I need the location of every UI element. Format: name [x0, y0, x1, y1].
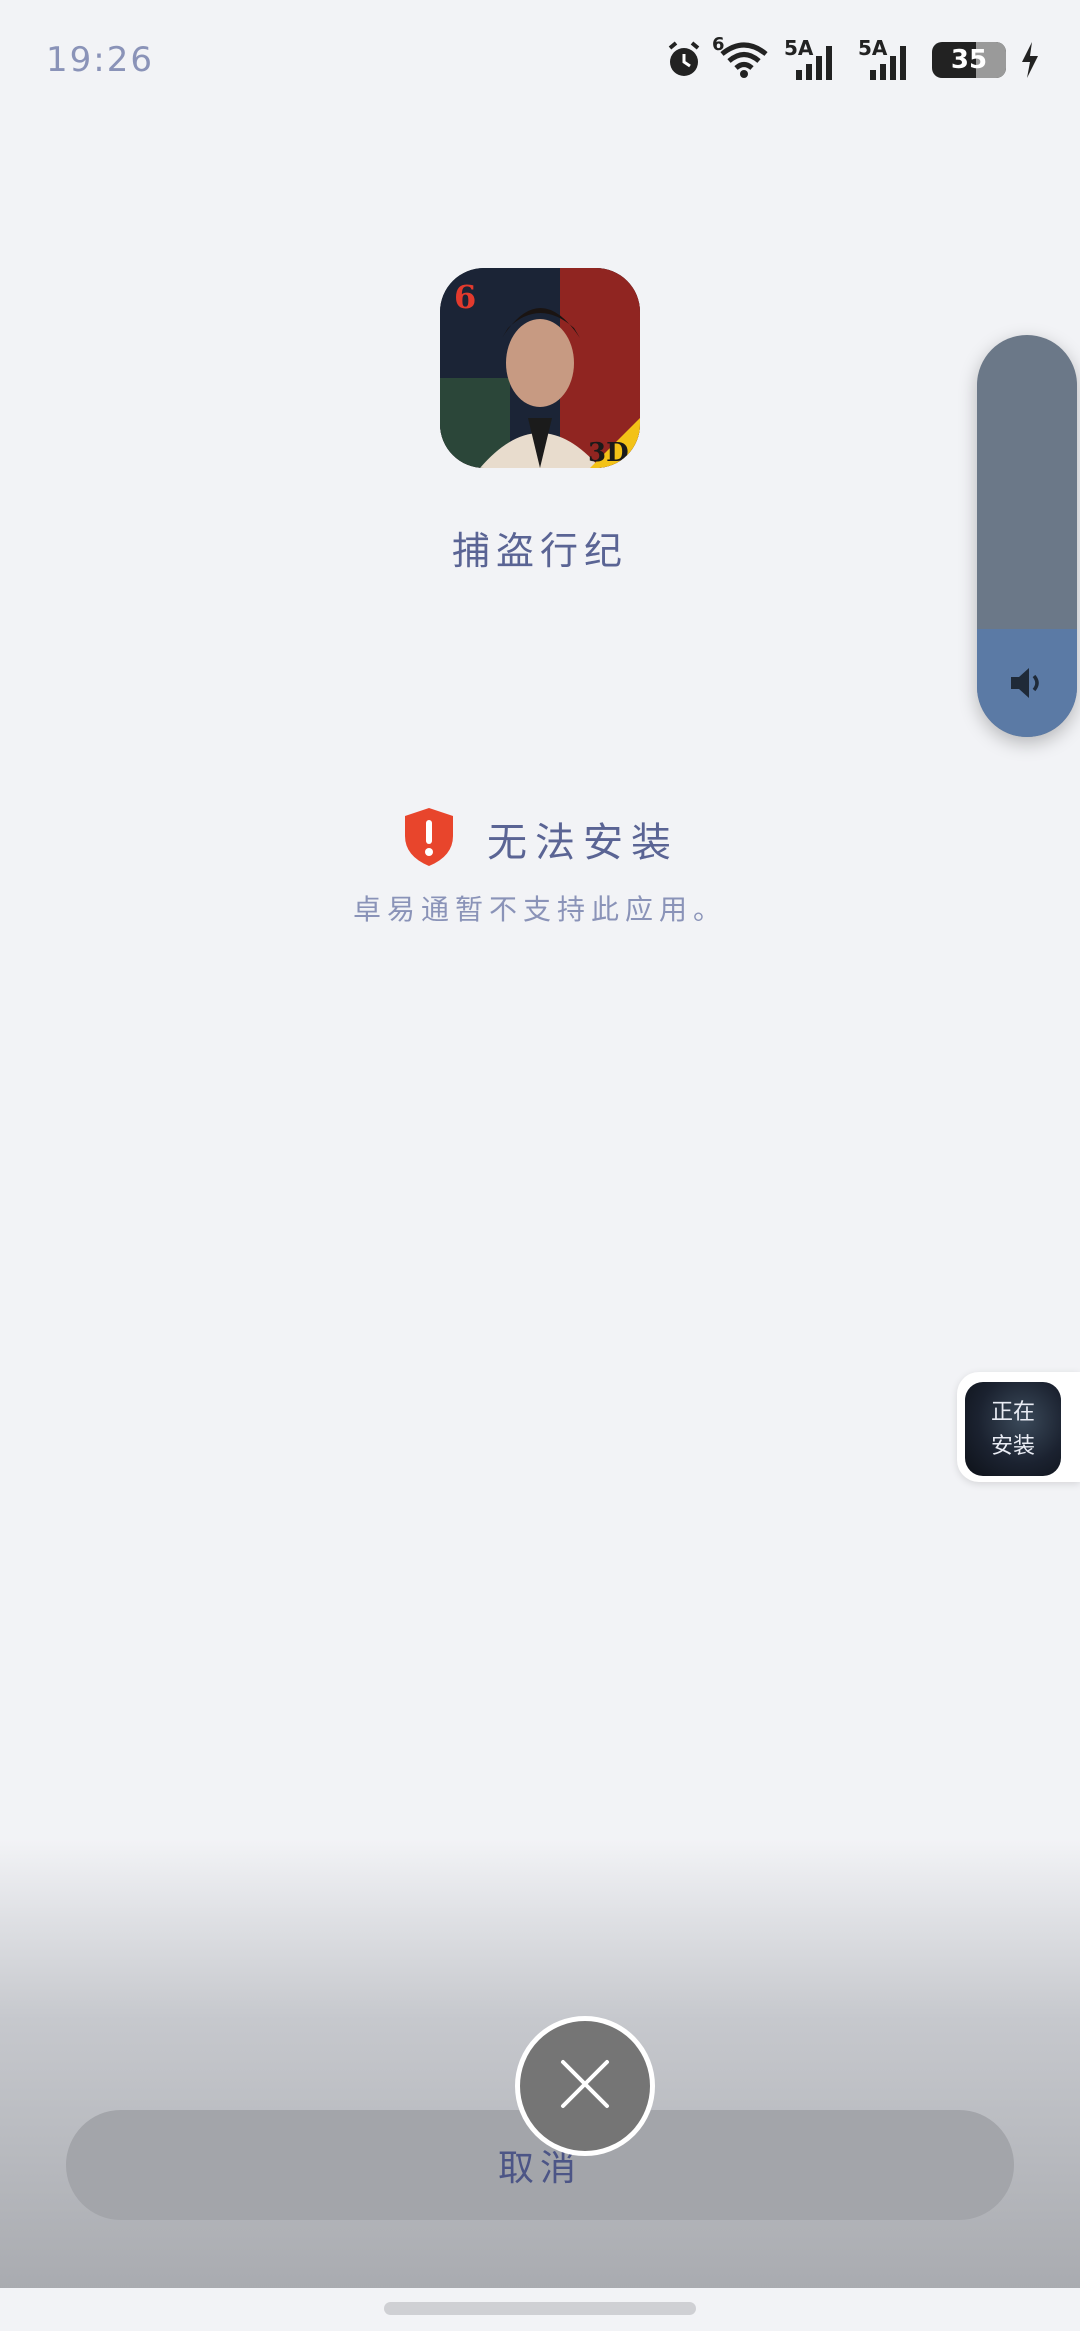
install-error-header: 无法安装: [0, 806, 1080, 872]
floating-label: 正在 安装: [965, 1396, 1061, 1464]
battery-level: 35: [950, 45, 988, 75]
status-icons: 6 5A 5A 35: [664, 34, 1040, 82]
app-name: 捕盗行纪: [451, 529, 628, 573]
wifi-label: 6: [712, 34, 725, 55]
floating-install-bubble[interactable]: 正在 安装: [957, 1372, 1080, 1482]
app-icon: 6 3D: [440, 268, 640, 468]
error-title: 无法安装: [487, 820, 679, 866]
icon-corner-number: 6: [454, 278, 476, 316]
wifi-icon: 6: [712, 34, 770, 80]
close-icon: [557, 2056, 613, 2116]
battery-icon: 35: [932, 42, 1006, 78]
icon-badge-3d: 3D: [588, 438, 629, 468]
home-indicator[interactable]: [384, 2302, 696, 2315]
shield-warning-icon: [401, 806, 457, 872]
signal-2-icon: 5A: [858, 36, 918, 82]
status-bar: 19:26 6 5A 5A 35: [0, 0, 1080, 120]
floating-label-line1: 正在: [990, 1400, 1035, 1425]
charging-icon: [1020, 42, 1040, 78]
signal-1-icon: 5A: [784, 36, 844, 82]
error-message: 卓易通暂不支持此应用。: [352, 893, 727, 926]
floating-label-line2: 安装: [990, 1434, 1035, 1459]
status-time: 19:26: [46, 40, 154, 80]
floating-thumbnail: 正在 安装: [965, 1382, 1061, 1476]
volume-slider[interactable]: [977, 335, 1077, 737]
close-button[interactable]: [515, 2016, 655, 2156]
speaker-icon[interactable]: [1007, 663, 1047, 707]
alarm-icon: [664, 40, 704, 80]
